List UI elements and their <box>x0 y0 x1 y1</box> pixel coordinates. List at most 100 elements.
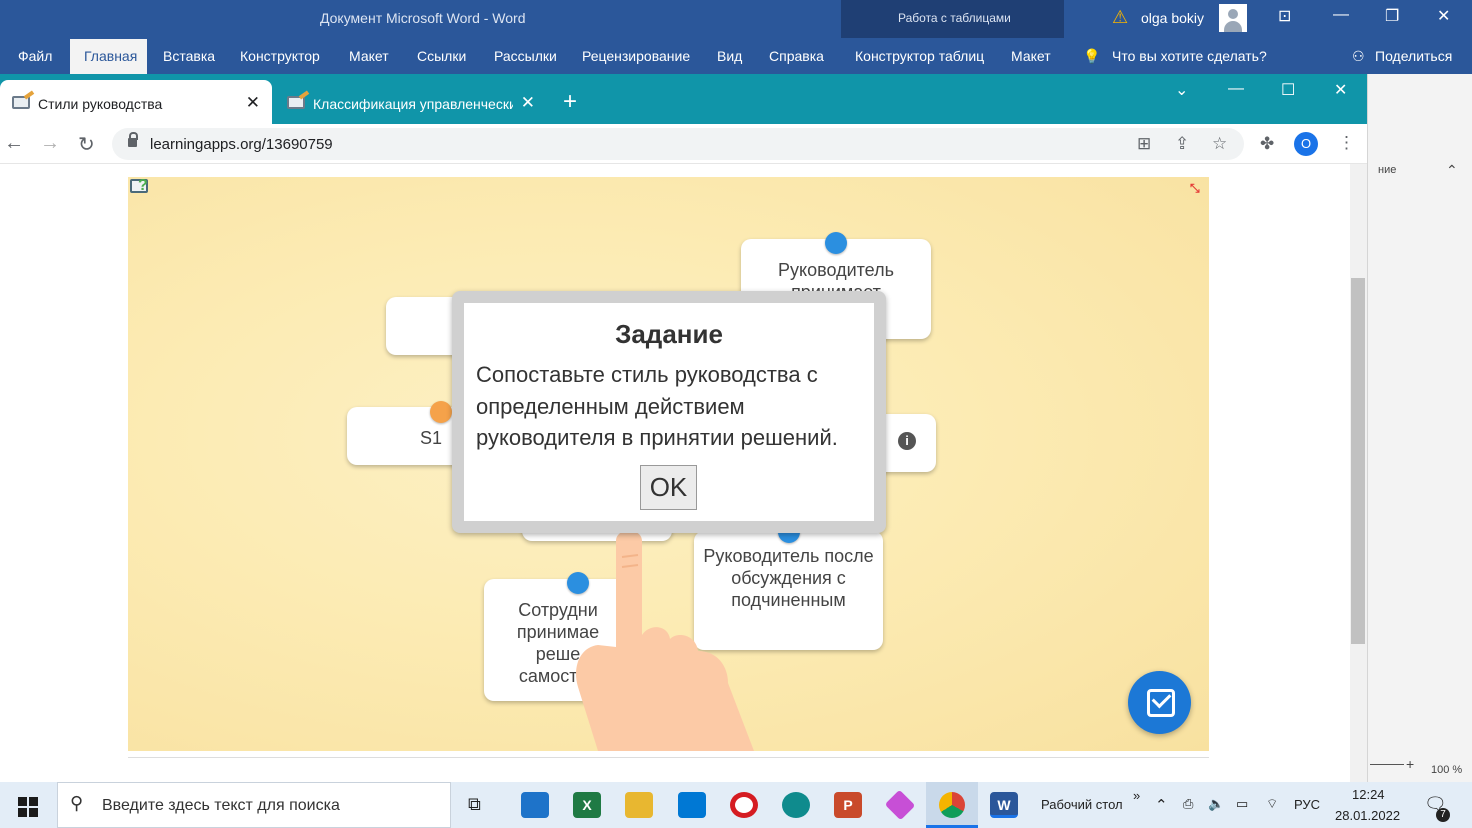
tutorial-hand-icon <box>576 530 754 751</box>
maximize-button[interactable]: ☐ <box>1281 80 1295 100</box>
tab-help[interactable]: Справка <box>769 48 824 64</box>
check-answer-button[interactable] <box>1128 671 1191 734</box>
clock-time[interactable]: 12:24 <box>1352 787 1385 802</box>
tray-expand-icon[interactable]: ⌃ <box>1155 796 1168 814</box>
chrome-icon[interactable] <box>939 792 965 818</box>
reload-icon[interactable]: ↻ <box>78 132 95 157</box>
menu-icon[interactable]: ⋮ <box>1338 133 1355 153</box>
share-icon[interactable]: ⚇ <box>1352 48 1365 65</box>
share-button[interactable]: Поделиться <box>1375 48 1452 64</box>
page-scrollbar[interactable] <box>1350 164 1367 782</box>
ok-button[interactable]: OK <box>640 465 697 510</box>
warning-icon[interactable]: ⚠ <box>1112 7 1128 28</box>
desktop-toolbar[interactable]: Рабочий стол <box>1041 797 1123 812</box>
dialog-body: Сопоставьте стиль руководства с определе… <box>476 362 838 450</box>
taskbar-search[interactable]: ⚲ Введите здесь текст для поиска <box>57 782 451 828</box>
tab-table-design[interactable]: Конструктор таблиц <box>855 48 984 64</box>
tab-view[interactable]: Вид <box>717 48 742 64</box>
collapse-ribbon-icon[interactable]: ⌃ <box>1446 162 1458 179</box>
ribbon-tabs: Файл Главная Вставка Конструктор Макет С… <box>0 38 1472 74</box>
start-button[interactable] <box>18 797 38 817</box>
tab-styles[interactable]: Стили руководства ✕ <box>0 80 272 124</box>
task-view-icon[interactable]: ⧉ <box>468 794 481 815</box>
taskbar: ⚲ Введите здесь текст для поиска ⧉ X P W… <box>0 782 1472 828</box>
tab-mailings[interactable]: Рассылки <box>494 48 557 64</box>
edge-icon[interactable] <box>782 792 810 818</box>
url-text[interactable]: learningapps.org/13690759 <box>150 136 333 153</box>
volume-icon[interactable]: 🔈 <box>1208 796 1224 812</box>
word-icon[interactable]: W <box>990 792 1018 818</box>
store-icon[interactable] <box>678 792 706 818</box>
chevron-icon[interactable]: » <box>1133 788 1140 803</box>
learningapps-icon <box>287 96 305 109</box>
extensions-icon[interactable]: ✤ <box>1260 134 1274 154</box>
share-page-icon[interactable]: ⇪ <box>1175 134 1189 154</box>
profile-avatar[interactable]: O <box>1294 132 1318 156</box>
translate-icon[interactable]: ⊞ <box>1137 134 1151 154</box>
tab-classification[interactable]: Классификация управленческих ✕ <box>275 80 545 124</box>
task-dialog: Задание Сопоставьте стиль руководства с … <box>452 291 886 533</box>
search-icon: ⚲ <box>70 793 84 813</box>
bookmark-star-icon[interactable]: ☆ <box>1212 134 1227 154</box>
notification-badge: 7 <box>1436 808 1450 822</box>
mail-icon[interactable] <box>521 792 549 818</box>
excel-icon[interactable]: X <box>573 792 601 818</box>
avatar[interactable] <box>1219 4 1247 32</box>
tab-home[interactable]: Главная <box>70 39 147 74</box>
back-icon[interactable]: ← <box>4 132 24 155</box>
zoom-slider[interactable] <box>1370 764 1404 765</box>
word-document-strip: ние ⌃ + 100 % <box>1367 74 1472 782</box>
side-text: ние <box>1378 164 1397 176</box>
app-stage: ? ⤡ Руководитель принимает S1 i Руководи… <box>128 177 1209 751</box>
tab-search-icon[interactable]: ⌄ <box>1175 80 1188 100</box>
scrollbar-thumb[interactable] <box>1351 278 1365 644</box>
app-icon[interactable] <box>884 789 916 821</box>
lightbulb-icon: 💡 <box>1083 48 1101 64</box>
user-name[interactable]: olga bokiy <box>1141 10 1204 26</box>
word-title: Документ Microsoft Word - Word <box>320 10 526 26</box>
connector-dot[interactable] <box>825 232 847 254</box>
fullscreen-icon[interactable]: ⤡ <box>1190 181 1200 196</box>
opera-icon[interactable] <box>730 792 758 818</box>
restore-button[interactable]: ❐ <box>1385 6 1399 26</box>
connector-dot-selected[interactable] <box>430 401 452 423</box>
tab-table-layout[interactable]: Макет <box>1011 48 1051 64</box>
dialog-title: Задание <box>615 319 723 349</box>
tab-references[interactable]: Ссылки <box>417 48 466 64</box>
zoom-in-icon[interactable]: + <box>1406 756 1414 772</box>
new-tab-button[interactable]: + <box>563 88 577 116</box>
tab-file[interactable]: Файл <box>18 48 52 64</box>
lock-icon[interactable] <box>128 132 138 147</box>
close-button[interactable]: ✕ <box>1437 6 1450 26</box>
learningapps-icon <box>12 96 30 109</box>
help-question-icon[interactable]: ? <box>138 177 148 195</box>
clock-date[interactable]: 28.01.2022 <box>1335 808 1400 823</box>
address-bar[interactable]: learningapps.org/13690759 ⊞ ⇪ ☆ <box>112 128 1244 160</box>
divider <box>128 757 1209 758</box>
close-tab-icon[interactable]: ✕ <box>521 93 535 113</box>
browser-tab-strip: Стили руководства ✕ Классификация управл… <box>0 74 1367 124</box>
table-tools-context: Работа с таблицами <box>841 0 1064 38</box>
language-indicator[interactable]: РУС <box>1294 797 1320 812</box>
tab-review[interactable]: Рецензирование <box>582 48 690 64</box>
minimize-button[interactable]: — <box>1228 80 1244 98</box>
address-toolbar: ← → ↻ learningapps.org/13690759 ⊞ ⇪ ☆ ✤ … <box>0 124 1367 164</box>
zoom-level[interactable]: 100 % <box>1431 764 1462 776</box>
network-icon[interactable]: ⎙ <box>1183 796 1193 812</box>
file-explorer-icon[interactable] <box>625 792 653 818</box>
close-tab-icon[interactable]: ✕ <box>246 93 260 113</box>
battery-icon[interactable]: ▭ <box>1236 796 1248 812</box>
forward-icon[interactable]: → <box>40 132 60 155</box>
powerpoint-icon[interactable]: P <box>834 792 862 818</box>
tell-me-input[interactable]: Что вы хотите сделать? <box>1112 48 1267 64</box>
minimize-button[interactable]: — <box>1333 6 1349 24</box>
ribbon-display-icon[interactable]: ⊡ <box>1278 6 1291 26</box>
word-title-bar: Документ Microsoft Word - Word Работа с … <box>0 0 1472 38</box>
info-icon[interactable]: i <box>898 432 916 450</box>
tab-insert[interactable]: Вставка <box>163 48 215 64</box>
tab-design[interactable]: Конструктор <box>240 48 320 64</box>
tab-layout[interactable]: Макет <box>349 48 389 64</box>
close-button[interactable]: ✕ <box>1334 80 1347 100</box>
wifi-icon[interactable]: ⌔ <box>1266 796 1278 812</box>
task-dialog-content: Задание Сопоставьте стиль руководства с … <box>464 303 874 521</box>
